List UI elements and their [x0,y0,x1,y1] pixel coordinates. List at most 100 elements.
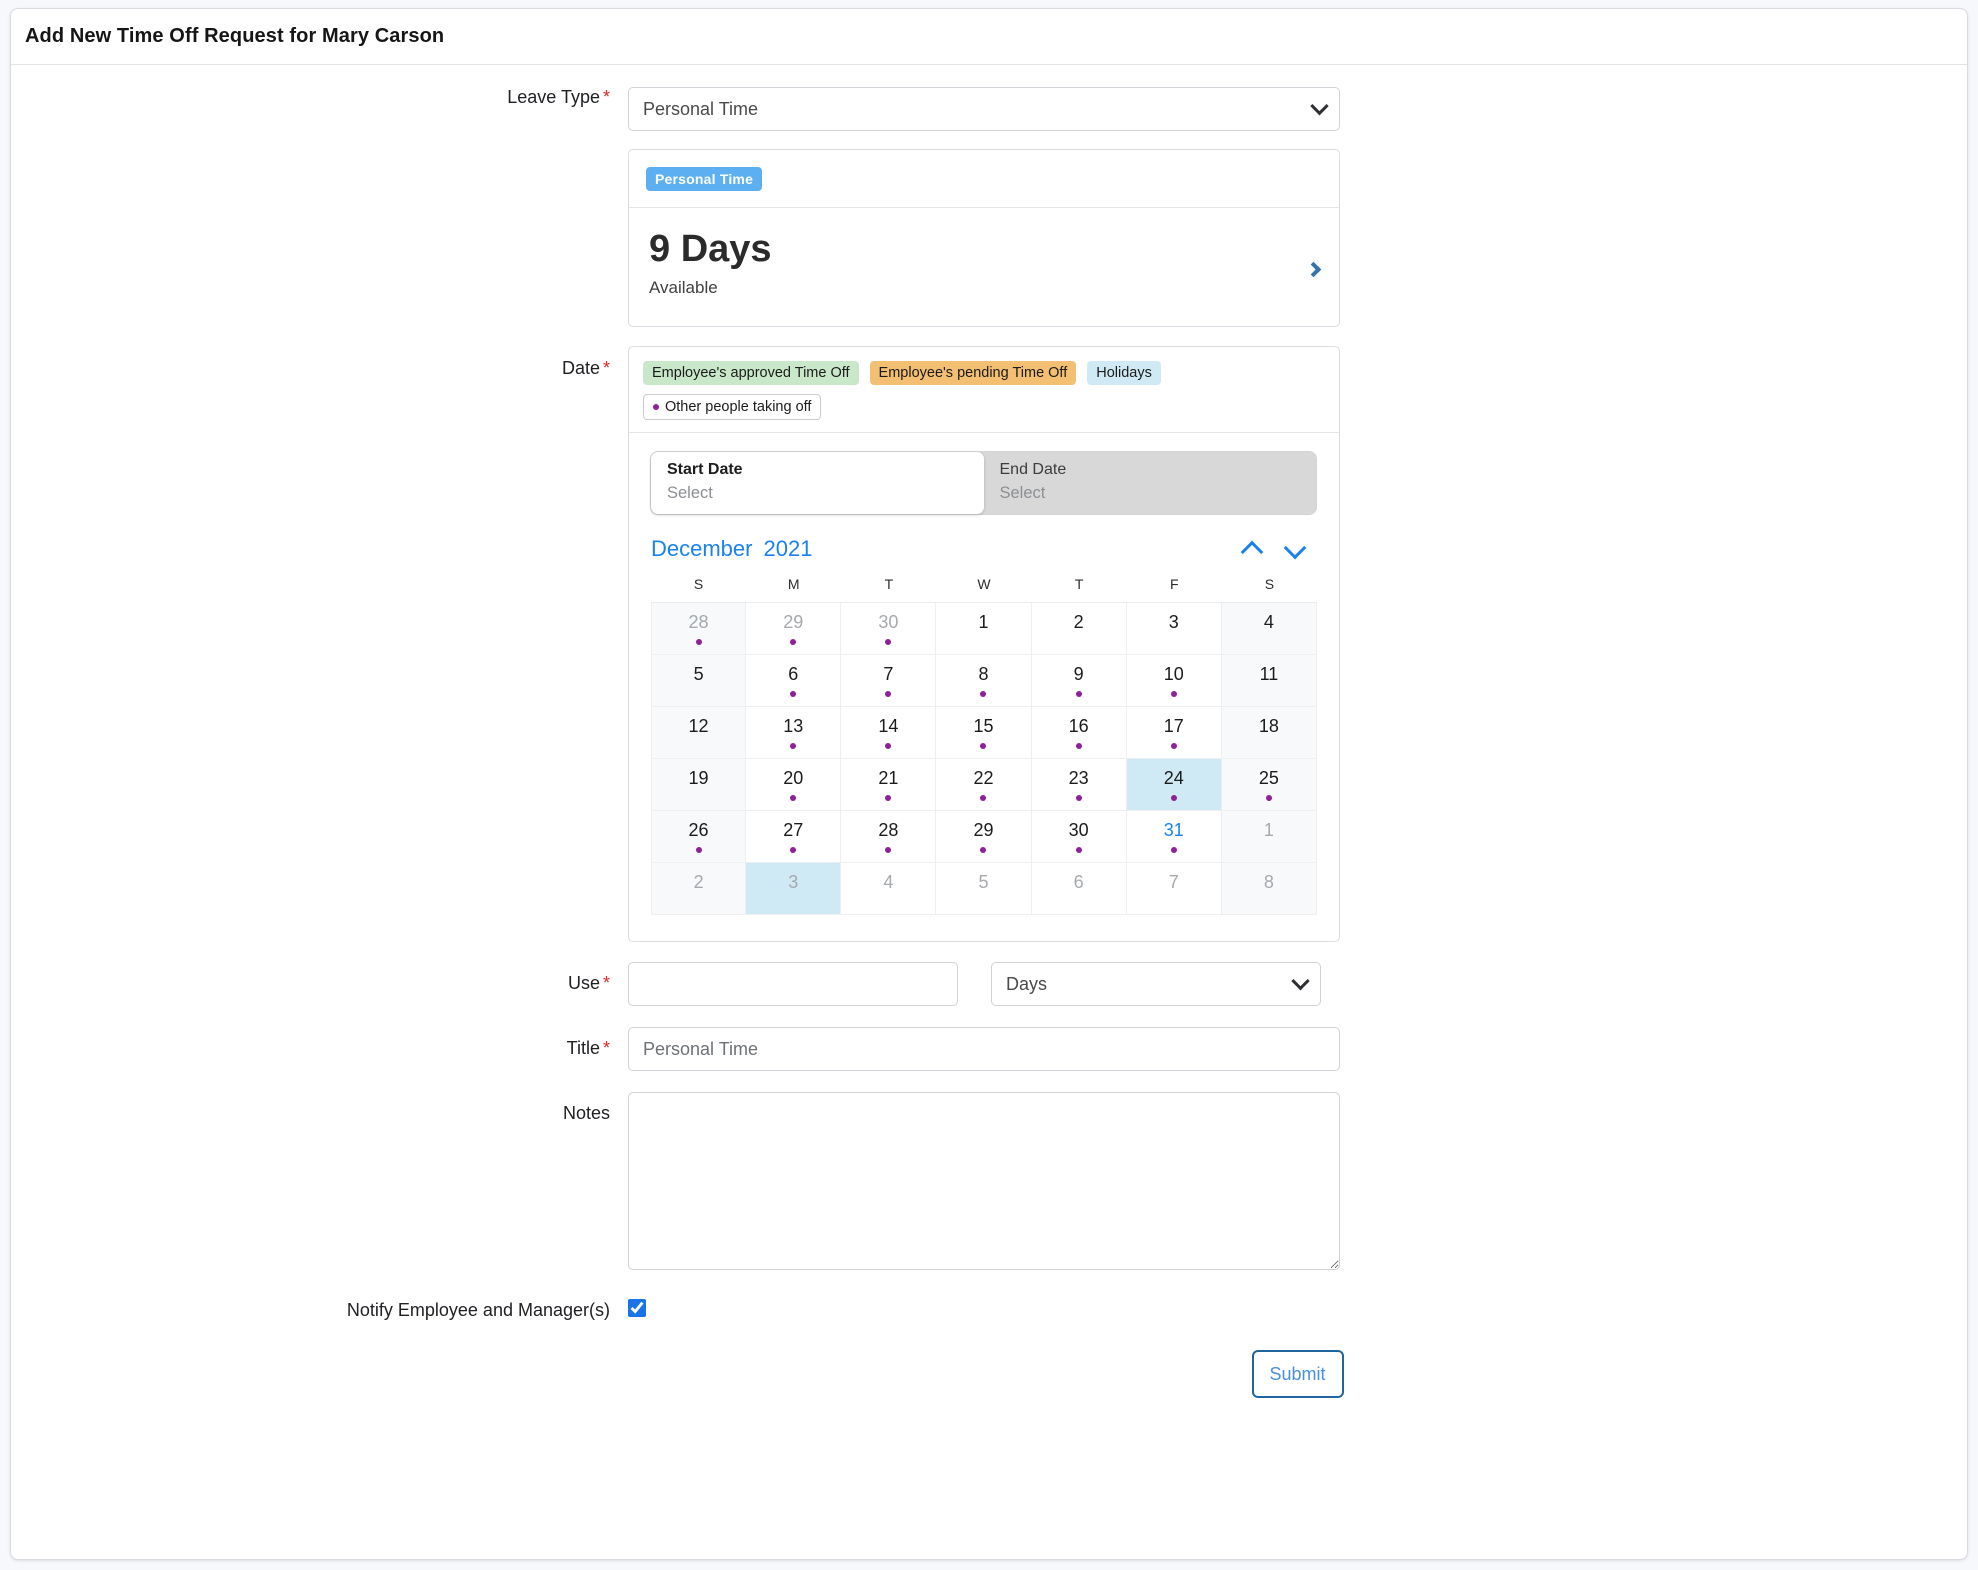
title-required-star: * [602,1038,610,1058]
calendar-year-label[interactable]: 2021 [763,536,812,562]
calendar-day-9[interactable]: 9 [1031,655,1127,707]
weekday-label: T [1074,576,1084,592]
calendar-day-24[interactable]: 24 [1126,759,1222,811]
calendar-day-29[interactable]: 29 [746,603,842,655]
calendar-day-13[interactable]: 13 [746,707,842,759]
start-date-tab[interactable]: Start Date Select [651,452,984,514]
notify-checkbox[interactable] [628,1299,646,1317]
legend-other-people-taking-off: Other people taking off [643,394,822,420]
other-people-off-dot-icon [980,743,987,749]
date-row: Date * Employee's approved Time Off Emplo… [11,346,1967,942]
calendar-grid: 28 29 30 1 2 3 4 5 6 7 8 9 10 11 12 13 14 15 16 17 18 19 20 21 2… [651,602,1317,915]
start-date-label: Start Date [667,461,743,478]
calendar-day-number: 6 [788,664,799,684]
other-people-off-dot-icon [885,639,892,645]
legend-row-secondary: Other people taking off [643,394,1325,420]
end-date-value: Select [999,484,1046,502]
calendar-day-29[interactable]: 29 [936,811,1032,863]
use-amount-input[interactable] [628,962,958,1006]
calendar-day-30[interactable]: 30 [841,603,937,655]
calendar-header: December 2021 [651,532,1317,566]
use-row: Use * Days [11,962,1967,1006]
balance-type-badge: Personal Time [646,166,763,191]
calendar-day-23[interactable]: 23 [1031,759,1127,811]
calendar-day-number: 8 [1263,872,1274,892]
calendar-day-28[interactable]: 28 [651,603,747,655]
end-date-tab[interactable]: End Date Select [984,452,1317,514]
calendar-day-number: 7 [883,664,894,684]
calendar-day-22[interactable]: 22 [936,759,1032,811]
submit-button[interactable]: Submit [1251,1350,1344,1398]
calendar-day-5[interactable]: 5 [651,655,747,707]
other-people-off-dot-icon [695,847,702,853]
calendar-day-number: 31 [1163,820,1184,840]
other-people-off-dot-icon [980,847,987,853]
calendar-day-1[interactable]: 1 [936,603,1032,655]
calendar-day-3[interactable]: 3 [746,863,842,915]
calendar-day-19[interactable]: 19 [651,759,747,811]
balance-control-col: Personal Time 9 Days Available [628,149,1967,327]
calendar-day-30[interactable]: 30 [1031,811,1127,863]
weekday-label: T [884,576,894,592]
title-input[interactable] [628,1027,1340,1071]
calendar-day-number: 4 [1263,612,1274,632]
calendar: December 2021 S M T W T F S 28 29 30 1 2… [629,514,1339,941]
calendar-day-6[interactable]: 6 [746,655,842,707]
time-off-form: Leave Type * Personal Time Personal Time … [11,65,1967,1398]
chevron-down-icon[interactable] [1286,541,1303,558]
weekday-label: S [1264,576,1275,592]
title-label-col: Title * [11,1027,628,1059]
calendar-day-4[interactable]: 4 [841,863,937,915]
leave-type-control-col: Personal Time [628,87,1967,131]
calendar-day-15[interactable]: 15 [936,707,1032,759]
notify-row: Notify Employee and Manager(s) [11,1299,1967,1322]
calendar-day-18[interactable]: 18 [1221,707,1317,759]
calendar-day-20[interactable]: 20 [746,759,842,811]
leave-type-select[interactable]: Personal Time [628,87,1340,131]
calendar-day-2[interactable]: 2 [651,863,747,915]
calendar-day-number: 4 [883,872,894,892]
chevron-up-icon[interactable] [1243,541,1260,558]
date-label: Date [561,358,600,378]
calendar-day-10[interactable]: 10 [1126,655,1222,707]
calendar-day-27[interactable]: 27 [746,811,842,863]
calendar-day-25[interactable]: 25 [1221,759,1317,811]
calendar-day-11[interactable]: 11 [1221,655,1317,707]
calendar-day-number: 25 [1258,768,1279,788]
calendar-day-1[interactable]: 1 [1221,811,1317,863]
calendar-day-7[interactable]: 7 [1126,863,1222,915]
calendar-day-8[interactable]: 8 [936,655,1032,707]
calendar-day-5[interactable]: 5 [936,863,1032,915]
notes-textarea[interactable] [628,1092,1340,1270]
calendar-day-14[interactable]: 14 [841,707,937,759]
calendar-day-7[interactable]: 7 [841,655,937,707]
calendar-day-3[interactable]: 3 [1126,603,1222,655]
calendar-day-26[interactable]: 26 [651,811,747,863]
balance-card-header: Personal Time [629,150,1339,208]
calendar-day-28[interactable]: 28 [841,811,937,863]
calendar-day-8[interactable]: 8 [1221,863,1317,915]
use-unit-select[interactable]: Days [991,962,1321,1006]
calendar-day-6[interactable]: 6 [1031,863,1127,915]
calendar-day-16[interactable]: 16 [1031,707,1127,759]
use-label-col: Use * [11,962,628,994]
other-people-off-dot-icon [790,847,797,853]
other-people-off-dot-icon [1075,743,1082,749]
calendar-day-number: 1 [1263,820,1274,840]
calendar-day-17[interactable]: 17 [1126,707,1222,759]
calendar-day-number: 12 [688,716,709,736]
calendar-month-label[interactable]: December [651,536,752,562]
weekday-label: S [693,576,704,592]
other-people-off-dot-icon [1075,847,1082,853]
calendar-day-21[interactable]: 21 [841,759,937,811]
calendar-day-31[interactable]: 31 [1126,811,1222,863]
calendar-day-4[interactable]: 4 [1221,603,1317,655]
calendar-day-12[interactable]: 12 [651,707,747,759]
weekday-label: W [977,576,991,592]
leave-balance-card[interactable]: Personal Time 9 Days Available [628,149,1340,327]
calendar-day-number: 23 [1068,768,1089,788]
leave-type-label: Leave Type [507,87,600,107]
other-people-off-dot-icon [885,847,892,853]
calendar-day-2[interactable]: 2 [1031,603,1127,655]
calendar-day-number: 5 [693,664,704,684]
